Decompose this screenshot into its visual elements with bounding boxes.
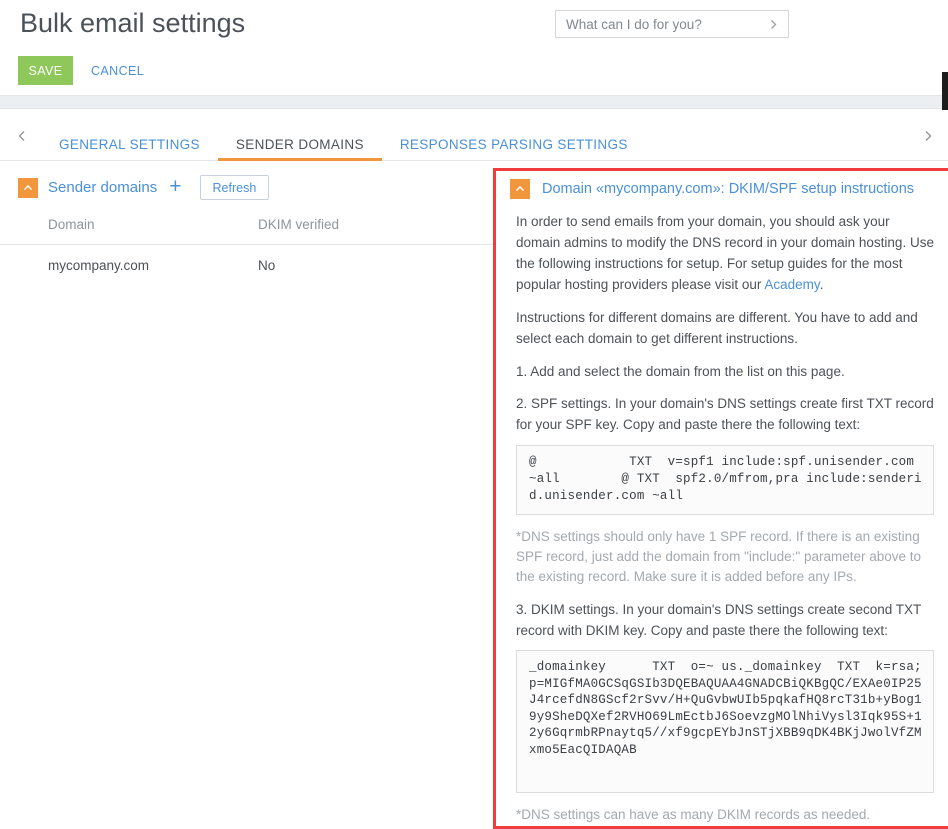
tab-bar: GENERAL SETTINGS SENDER DOMAINS RESPONSE… (0, 110, 948, 161)
chevron-up-icon[interactable] (510, 179, 530, 199)
column-header-spacer (438, 217, 493, 245)
page-header: Bulk email settings SAVE CANCEL (0, 0, 948, 95)
chevron-left-icon[interactable] (14, 128, 30, 144)
instructions-step-2: 2. SPF settings. In your domain's DNS se… (516, 396, 934, 432)
header-divider (0, 95, 948, 109)
intro-1-text: In order to send emails from your domain… (516, 214, 934, 292)
instructions-step-3: 3. DKIM settings. In your domain's DNS s… (516, 602, 922, 638)
assistant-search-box[interactable] (555, 10, 789, 38)
cancel-button[interactable]: CANCEL (91, 56, 144, 85)
table-header-row: Domain DKIM verified (0, 217, 493, 245)
tab-general-settings[interactable]: GENERAL SETTINGS (41, 110, 218, 161)
instructions-header-wrap: Domain «mycompany.com»: DKIM/SPF setup i… (496, 171, 948, 199)
dkim-record-code-block[interactable]: _domainkey TXT o=~ us._domainkey TXT k=r… (516, 650, 934, 793)
body-area: Sender domains + Refresh Domain DKIM ver… (0, 161, 948, 829)
refresh-button[interactable]: Refresh (199, 175, 270, 200)
tab-sender-domains[interactable]: SENDER DOMAINS (217, 110, 382, 161)
academy-link[interactable]: Academy (764, 277, 819, 292)
dkim-spf-instructions-panel: Domain «mycompany.com»: DKIM/SPF setup i… (493, 168, 948, 829)
instructions-step-1: 1. Add and select the domain from the li… (516, 364, 845, 379)
sender-domains-title[interactable]: Sender domains (48, 179, 157, 196)
spf-record-code-block[interactable]: @ TXT v=spf1 include:spf.unisender.com ~… (516, 445, 934, 515)
instructions-header: Domain «mycompany.com»: DKIM/SPF setup i… (510, 179, 934, 199)
cell-domain[interactable]: mycompany.com (0, 245, 258, 273)
save-button[interactable]: SAVE (18, 56, 73, 85)
instructions-intro-2: Instructions for different domains are d… (516, 310, 918, 346)
chevron-right-icon (766, 17, 780, 31)
tab-responses-parsing-settings[interactable]: RESPONSES PARSING SETTINGS (382, 110, 646, 161)
page-title: Bulk email settings (20, 8, 246, 38)
column-header-dkim-verified: DKIM verified (258, 217, 438, 245)
chevron-right-icon[interactable] (920, 128, 936, 144)
table-row[interactable]: mycompany.com No (0, 245, 493, 274)
tab-list: GENERAL SETTINGS SENDER DOMAINS RESPONSE… (41, 110, 646, 161)
sender-domains-header: Sender domains + Refresh (0, 161, 493, 200)
chevron-up-icon[interactable] (18, 177, 38, 198)
app-root: Bulk email settings SAVE CANCEL GENERAL … (0, 0, 948, 829)
instructions-title[interactable]: Domain «mycompany.com»: DKIM/SPF setup i… (542, 181, 914, 197)
search-input[interactable] (566, 16, 766, 32)
cell-dkim-verified: No (258, 258, 276, 273)
cell-spacer (438, 245, 493, 274)
dkim-note: *DNS settings can have as many DKIM reco… (516, 807, 871, 822)
instructions-body: In order to send emails from your domain… (496, 211, 948, 825)
column-header-domain: Domain (0, 217, 258, 245)
add-domain-icon[interactable]: + (169, 176, 181, 197)
spf-note: *DNS settings should only have 1 SPF rec… (516, 529, 922, 584)
instructions-intro-1: In order to send emails from your domain… (516, 211, 934, 295)
sender-domains-panel: Sender domains + Refresh Domain DKIM ver… (0, 161, 493, 829)
sender-domains-table: Domain DKIM verified mycompany.com No (0, 217, 493, 273)
intro-1-end: . (819, 277, 824, 292)
